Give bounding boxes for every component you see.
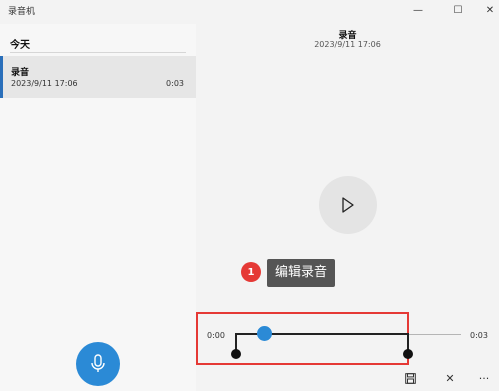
section-divider bbox=[10, 52, 186, 53]
more-options-button[interactable]: ··· bbox=[474, 370, 494, 386]
section-header-today: 今天 bbox=[10, 40, 30, 51]
recording-duration: 0:03 bbox=[166, 79, 184, 88]
timeline-highlight-box bbox=[196, 312, 409, 365]
selection-indicator bbox=[0, 56, 3, 98]
step-badge: 1 bbox=[241, 262, 261, 282]
minimize-button[interactable]: — bbox=[404, 0, 432, 20]
maximize-button[interactable]: ☐ bbox=[444, 0, 472, 20]
microphone-icon bbox=[91, 354, 105, 372]
timeline-end-time: 0:03 bbox=[470, 331, 488, 340]
recording-list-item[interactable]: 录音 2023/9/11 17:06 0:03 bbox=[0, 56, 196, 98]
recording-date: 2023/9/11 17:06 bbox=[11, 79, 78, 88]
play-icon bbox=[342, 197, 354, 213]
title-bar: 录音机 — ☐ ✕ bbox=[0, 0, 499, 24]
edit-recording-callout: 编辑录音 bbox=[267, 259, 336, 287]
close-window-button[interactable]: ✕ bbox=[476, 0, 499, 20]
app-title: 录音机 bbox=[8, 7, 36, 17]
recordings-sidebar: 今天 录音 2023/9/11 17:06 0:03 bbox=[0, 24, 196, 391]
recording-timestamp: 2023/9/11 17:06 bbox=[314, 40, 381, 49]
timeline-start-time: 0:00 bbox=[207, 331, 225, 340]
trim-start-handle[interactable] bbox=[231, 349, 241, 359]
save-icon bbox=[404, 372, 416, 384]
save-button[interactable] bbox=[400, 370, 420, 386]
cancel-button[interactable]: ✕ bbox=[440, 370, 460, 386]
recording-name: 录音 bbox=[11, 68, 30, 78]
playhead-scrubber[interactable] bbox=[257, 326, 272, 341]
record-button[interactable] bbox=[76, 342, 120, 386]
trim-end-handle[interactable] bbox=[403, 349, 413, 359]
play-button[interactable] bbox=[319, 176, 377, 234]
